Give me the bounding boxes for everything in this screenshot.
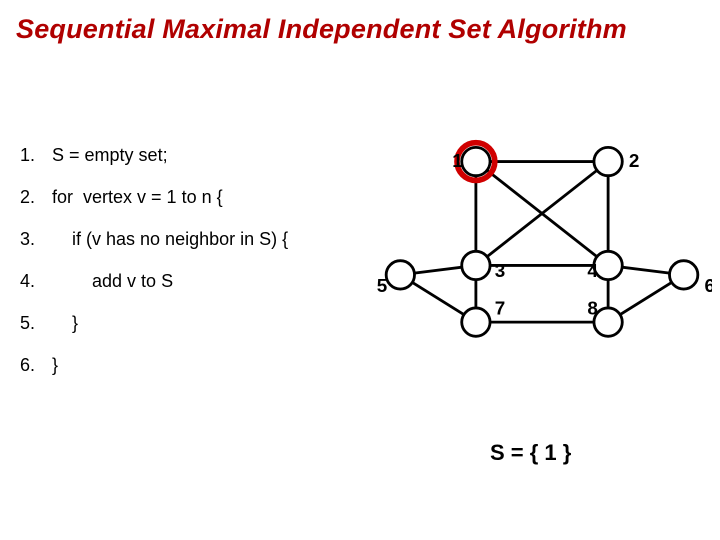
- graph-node: [462, 251, 490, 279]
- graph-node-label: 4: [587, 261, 598, 282]
- graph-node: [594, 147, 622, 175]
- code-line-5: 5. }: [20, 302, 288, 344]
- graph-node-label: 3: [495, 261, 506, 282]
- code-line-4: 4. add v to S: [20, 260, 288, 302]
- graph-diagram: 1 2 3 4 5 6 7 8: [372, 126, 712, 386]
- pseudocode-block: 1. S = empty set; 2. for vertex v = 1 to…: [20, 134, 288, 386]
- graph-node: [670, 261, 698, 289]
- graph-node-label: 2: [629, 151, 640, 172]
- graph-node-label: 8: [587, 299, 598, 320]
- slide-title: Sequential Maximal Independent Set Algor…: [16, 14, 627, 45]
- code-line-6: 6. }: [20, 344, 288, 386]
- graph-node-label: 5: [377, 276, 388, 297]
- graph-node: [462, 308, 490, 336]
- code-line-2: 2. for vertex v = 1 to n {: [20, 176, 288, 218]
- code-line-3: 3. if (v has no neighbor in S) {: [20, 218, 288, 260]
- graph-node: [462, 147, 490, 175]
- graph-node-label: 7: [495, 299, 506, 320]
- graph-node: [594, 251, 622, 279]
- current-set: S = { 1 }: [490, 440, 571, 466]
- graph-node-label: 6: [704, 276, 712, 297]
- code-line-1: 1. S = empty set;: [20, 134, 288, 176]
- graph-node: [594, 308, 622, 336]
- graph-node: [386, 261, 414, 289]
- graph-node-label: 1: [452, 151, 463, 172]
